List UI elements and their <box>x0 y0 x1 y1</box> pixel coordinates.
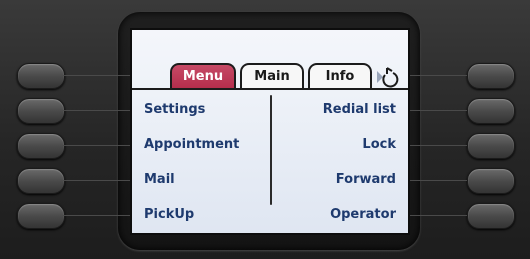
tab-info[interactable]: Info <box>308 63 372 88</box>
menu-item-pickup[interactable]: PickUp <box>132 197 270 232</box>
left-guide-line <box>63 215 130 216</box>
tab-bar: Menu Main Info <box>132 30 408 92</box>
right-guide-line <box>406 215 467 216</box>
left-softkey-3[interactable] <box>17 133 65 159</box>
left-softkey-2[interactable] <box>17 98 65 124</box>
left-guide-line <box>63 75 130 76</box>
left-guide-line <box>63 145 130 146</box>
menu-item-lock[interactable]: Lock <box>272 127 408 162</box>
right-softkey-5[interactable] <box>467 203 515 229</box>
right-guide-line <box>406 110 467 111</box>
menu-item-redial-list[interactable]: Redial list <box>272 92 408 127</box>
left-menu-list: Settings Appointment Mail PickUp <box>132 92 270 233</box>
right-guide-line <box>406 180 467 181</box>
left-softkey-4[interactable] <box>17 168 65 194</box>
left-guide-line <box>63 180 130 181</box>
tab-main[interactable]: Main <box>240 63 304 88</box>
left-guide-line <box>63 110 130 111</box>
right-softkey-3[interactable] <box>467 133 515 159</box>
right-menu-list: Redial list Lock Forward Operator <box>272 92 408 233</box>
menu-item-operator[interactable]: Operator <box>272 197 408 232</box>
menu-item-mail[interactable]: Mail <box>132 162 270 197</box>
left-softkey-5[interactable] <box>17 203 65 229</box>
left-softkey-1[interactable] <box>17 63 65 89</box>
phone-display: Menu Main Info Settings Appointment Mail… <box>130 28 410 235</box>
scroll-right-arrow-icon[interactable] <box>375 65 401 89</box>
menu-item-settings[interactable]: Settings <box>132 92 270 127</box>
tab-menu[interactable]: Menu <box>170 63 236 88</box>
tab-baseline <box>132 88 408 90</box>
right-softkey-4[interactable] <box>467 168 515 194</box>
right-softkey-1[interactable] <box>467 63 515 89</box>
right-softkey-2[interactable] <box>467 98 515 124</box>
menu-item-forward[interactable]: Forward <box>272 162 408 197</box>
menu-item-appointment[interactable]: Appointment <box>132 127 270 162</box>
right-guide-line <box>406 75 467 76</box>
right-guide-line <box>406 145 467 146</box>
